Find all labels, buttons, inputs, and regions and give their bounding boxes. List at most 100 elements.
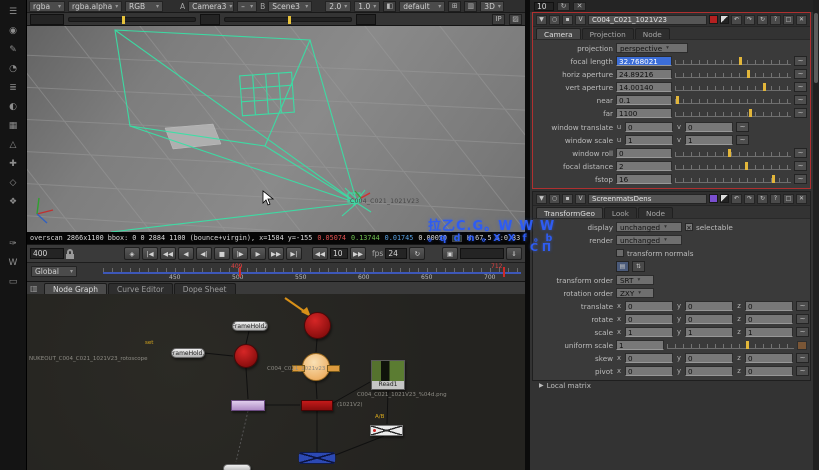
skip-back-button[interactable]: ◀◀ — [312, 247, 328, 260]
curve-button[interactable]: ~ — [736, 122, 749, 132]
node-camera-top[interactable] — [304, 312, 331, 339]
curve-button[interactable]: ~ — [794, 161, 807, 171]
uniform-scale-slider[interactable] — [667, 341, 794, 349]
help-icon[interactable]: ? — [770, 193, 781, 204]
rotate-x-input[interactable] — [625, 314, 673, 324]
node-transformgeo[interactable] — [231, 400, 265, 411]
fstop-input[interactable] — [616, 174, 672, 184]
sync-button[interactable]: ◈ — [124, 247, 140, 260]
viewer-range-field[interactable] — [30, 13, 64, 25]
window-scale-v-input[interactable] — [685, 135, 733, 145]
scale-z-input[interactable] — [745, 327, 793, 337]
curve-button[interactable]: ~ — [796, 314, 809, 324]
translate-y-input[interactable] — [685, 301, 733, 311]
node-framehold1[interactable]: FrameHold1 — [171, 348, 205, 358]
focal-length-input[interactable] — [616, 56, 672, 66]
float-panel-icon[interactable]: □ — [783, 14, 794, 25]
play-backward-button[interactable]: ◀ — [178, 247, 194, 260]
scale-x-input[interactable] — [625, 327, 673, 337]
collapse-icon[interactable]: ▼ — [536, 14, 547, 25]
3d-viewport[interactable] — [27, 26, 525, 232]
rotate-y-input[interactable] — [685, 314, 733, 324]
3d-icon[interactable]: △ — [0, 138, 26, 152]
timeline[interactable]: Global ▾ 450 500 550 600 650 700 409 712 — [27, 262, 525, 281]
near-slider[interactable] — [675, 96, 791, 104]
view-mode-select[interactable]: 3D ▾ — [480, 0, 505, 12]
gamma-slider[interactable] — [224, 15, 352, 24]
b-input-select[interactable]: Scene3 ▾ — [268, 0, 313, 12]
gl-color-swatch[interactable] — [720, 194, 729, 203]
window-translate-u-input[interactable] — [625, 122, 673, 132]
scrollbar-thumb[interactable] — [814, 13, 818, 83]
curve-button[interactable]: ~ — [794, 148, 807, 158]
minimize-icon[interactable]: ▪ — [562, 14, 573, 25]
display-select[interactable]: RGB ▾ — [125, 0, 163, 12]
frame-range-select[interactable]: Global ▾ — [31, 266, 77, 277]
merge-icon[interactable]: ✚ — [0, 157, 26, 171]
uniform-scale-input[interactable] — [616, 340, 664, 350]
center-icon[interactable]: ○ — [549, 14, 560, 25]
render-range-field[interactable] — [460, 248, 504, 259]
prev-keyframe-button[interactable]: ◀◀ — [160, 247, 176, 260]
curve-button[interactable]: ~ — [794, 108, 807, 118]
viewer-process-select[interactable]: default ▾ — [399, 0, 446, 12]
tab-look[interactable]: Look — [603, 207, 637, 218]
frame-increment-field[interactable] — [330, 248, 348, 259]
tab-node[interactable]: Node — [634, 28, 670, 39]
node-menu-icon[interactable]: V — [575, 14, 586, 25]
tab-camera[interactable]: Camera — [536, 28, 581, 39]
translate-x-input[interactable] — [625, 301, 673, 311]
menu-icon[interactable]: ☰ — [0, 5, 26, 19]
curve-button[interactable]: ~ — [796, 366, 809, 376]
undo-icon[interactable]: ↶ — [731, 193, 742, 204]
monitor-out-button[interactable]: ▣ — [442, 247, 458, 260]
window-scale-u-input[interactable] — [625, 135, 673, 145]
max-panels-field[interactable] — [534, 1, 554, 11]
far-slider[interactable] — [675, 109, 791, 117]
properties-scrollbar[interactable] — [813, 0, 819, 470]
image-icon[interactable]: ◉ — [0, 24, 26, 38]
rotate-z-input[interactable] — [745, 314, 793, 324]
node-read1[interactable]: Read1 — [371, 360, 405, 390]
filter-icon[interactable]: ▦ — [0, 119, 26, 133]
snap-menu-icon[interactable]: ▤ — [616, 260, 629, 272]
other-icon[interactable]: ▭ — [0, 275, 26, 289]
horiz-aperture-input[interactable] — [616, 69, 672, 79]
translate-z-input[interactable] — [745, 301, 793, 311]
curve-button[interactable]: ~ — [736, 135, 749, 145]
curve-button[interactable]: ~ — [794, 82, 807, 92]
views-icon[interactable]: ❖ — [0, 195, 26, 209]
rotation-order-select[interactable]: ZXY ▾ — [616, 288, 654, 298]
redo-icon[interactable]: ↷ — [744, 14, 755, 25]
next-keyframe-button[interactable]: ▶▶ — [268, 247, 284, 260]
float-panel-icon[interactable]: □ — [783, 193, 794, 204]
tab-transformgeo[interactable]: TransformGeo — [536, 207, 603, 218]
expand-icon[interactable]: ▶ — [539, 382, 544, 389]
particles-icon[interactable]: W — [0, 256, 26, 270]
selectable-checkbox[interactable]: ✕ — [685, 223, 693, 232]
skip-forward-button[interactable]: ▶▶ — [350, 247, 366, 260]
stripes-icon[interactable]: ▨ — [509, 13, 522, 25]
ab-blend-select[interactable]: – ▾ — [237, 0, 258, 12]
curve-button[interactable]: ~ — [794, 69, 807, 79]
gain-value-field[interactable] — [200, 13, 220, 25]
node-bottom-pill[interactable] — [223, 464, 251, 470]
near-input[interactable] — [616, 95, 672, 105]
render-select[interactable]: unchanged ▾ — [616, 235, 682, 245]
color-chip[interactable] — [797, 340, 807, 350]
close-panel-icon[interactable]: ✕ — [796, 14, 807, 25]
goto-end-button[interactable]: ▶| — [286, 247, 302, 260]
node-framehold2[interactable]: FrameHold2 — [232, 321, 268, 331]
loop-button[interactable]: ↻ — [409, 247, 426, 260]
pin-panels-icon[interactable]: ↻ — [557, 1, 570, 11]
window-roll-slider[interactable] — [675, 149, 791, 157]
help-icon[interactable]: ? — [770, 14, 781, 25]
eraser-icon[interactable]: ✑ — [0, 237, 26, 251]
stop-button[interactable]: ■ — [214, 247, 230, 260]
flipbook-button[interactable]: ⇓ — [506, 247, 522, 260]
node-scene[interactable] — [298, 452, 336, 464]
transform-icon[interactable]: ◇ — [0, 176, 26, 190]
rows-icon[interactable]: ▥ — [464, 0, 478, 12]
color-icon[interactable]: ◐ — [0, 100, 26, 114]
display-select[interactable]: unchanged ▾ — [616, 222, 682, 232]
